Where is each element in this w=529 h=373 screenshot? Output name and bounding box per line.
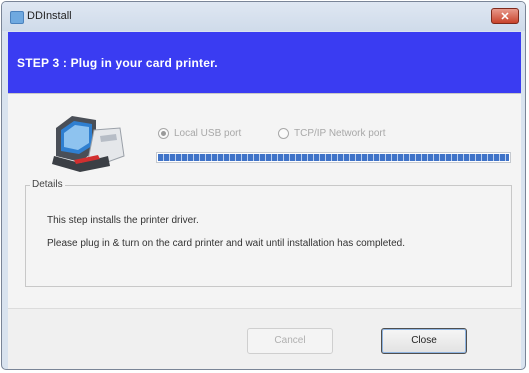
installer-window: DDInstall ✕ STEP 3 : Plug in your card p…	[1, 1, 526, 370]
window-close-button[interactable]: ✕	[491, 8, 519, 24]
tcpip-radio[interactable]: TCP/IP Network port	[278, 128, 386, 139]
details-line-2: Please plug in & turn on the card printe…	[47, 238, 405, 249]
close-button[interactable]: Close	[381, 328, 467, 354]
content-panel: Local USB port TCP/IP Network port Detai…	[8, 93, 521, 308]
button-bar: Cancel Close	[8, 308, 521, 369]
local-usb-label: Local USB port	[174, 128, 242, 139]
details-group: Details This step installs the printer d…	[25, 179, 512, 287]
details-legend: Details	[30, 179, 65, 190]
install-progress-bar	[156, 152, 511, 163]
step-title: STEP 3 : Plug in your card printer.	[17, 56, 218, 70]
cancel-button[interactable]: Cancel	[247, 328, 333, 354]
title-bar[interactable]: DDInstall ✕	[2, 2, 525, 31]
card-printer-icon	[52, 116, 125, 172]
radio-selected-icon	[158, 128, 169, 139]
tcpip-label: TCP/IP Network port	[294, 128, 386, 139]
window-title: DDInstall	[27, 10, 72, 22]
step-banner: STEP 3 : Plug in your card printer.	[8, 32, 521, 93]
details-line-1: This step installs the printer driver.	[47, 215, 199, 226]
progress-fill	[158, 154, 509, 161]
local-usb-radio[interactable]: Local USB port	[158, 128, 241, 139]
app-icon	[10, 11, 24, 24]
radio-unselected-icon	[278, 128, 289, 139]
